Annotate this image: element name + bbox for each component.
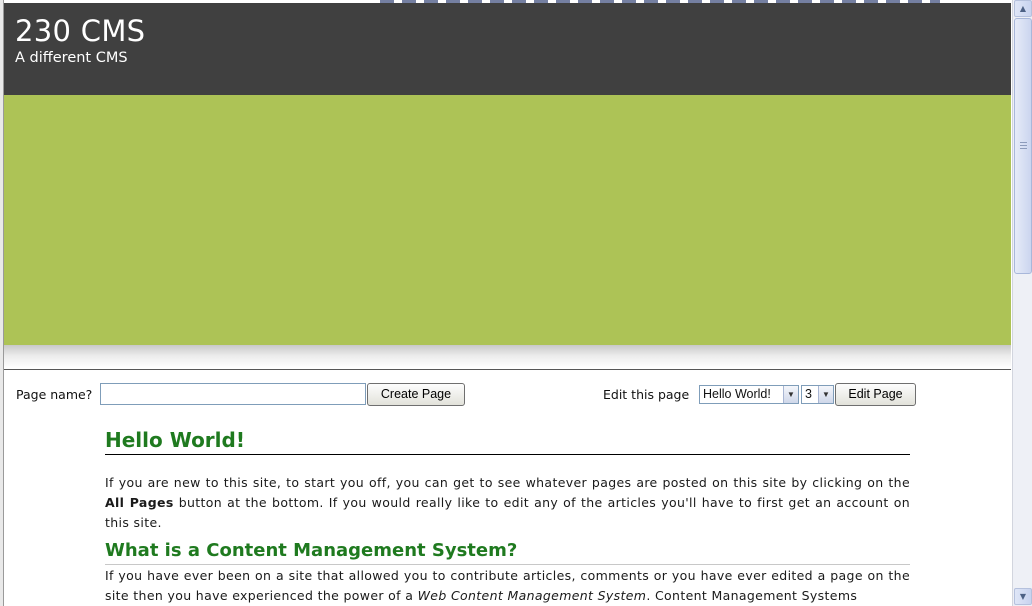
grip-icon [1020, 142, 1027, 150]
all-pages-bold: All Pages [105, 495, 174, 510]
edit-page-label: Edit this page [603, 387, 690, 402]
article-heading: Hello World! [105, 428, 910, 455]
section-paragraph: If you have ever been on a site that all… [105, 566, 910, 606]
site-subtitle: A different CMS [15, 50, 128, 66]
create-page-button[interactable]: Create Page [367, 383, 465, 406]
up-arrow-icon[interactable]: ▲ [1014, 0, 1032, 17]
revision-select[interactable]: 3 ▼ [801, 385, 834, 404]
intro-text-2: button at the bottom. If you would reall… [105, 495, 910, 530]
divider [4, 369, 1011, 370]
site-title: 230 CMS [15, 14, 146, 48]
intro-text-1: If you are new to this site, to start yo… [105, 475, 910, 490]
page-name-input[interactable] [100, 383, 366, 405]
chevron-down-icon[interactable]: ▼ [818, 386, 833, 403]
intro-paragraph: If you are new to this site, to start yo… [105, 473, 910, 533]
wcms-italic: Web Content Management System [417, 588, 647, 603]
vertical-scrollbar[interactable]: ▲ ▼ [1012, 0, 1032, 606]
banner-shadow [4, 345, 1011, 369]
article-content: Hello World! If you are new to this site… [105, 428, 910, 606]
section-heading: What is a Content Management System? [105, 539, 910, 565]
revision-select-value: 3 [805, 387, 812, 401]
site-header: 230 CMS A different CMS [4, 3, 1011, 95]
window-left-edge [0, 0, 4, 606]
chevron-down-icon[interactable]: ▼ [783, 386, 798, 403]
browser-viewport: 230 CMS A different CMS Page name? Creat… [0, 0, 1032, 606]
down-arrow-icon[interactable]: ▼ [1014, 588, 1032, 605]
page-name-label: Page name? [16, 387, 93, 402]
edit-page-button[interactable]: Edit Page [835, 383, 916, 406]
page-select[interactable]: Hello World! ▼ [699, 385, 799, 404]
banner [4, 95, 1011, 345]
section-text-2: . Content Management Systems [646, 588, 858, 603]
scrollbar-thumb[interactable] [1014, 18, 1032, 274]
page-toolbar: Page name? Create Page Edit this page He… [16, 383, 916, 407]
page-select-value: Hello World! [703, 387, 771, 401]
